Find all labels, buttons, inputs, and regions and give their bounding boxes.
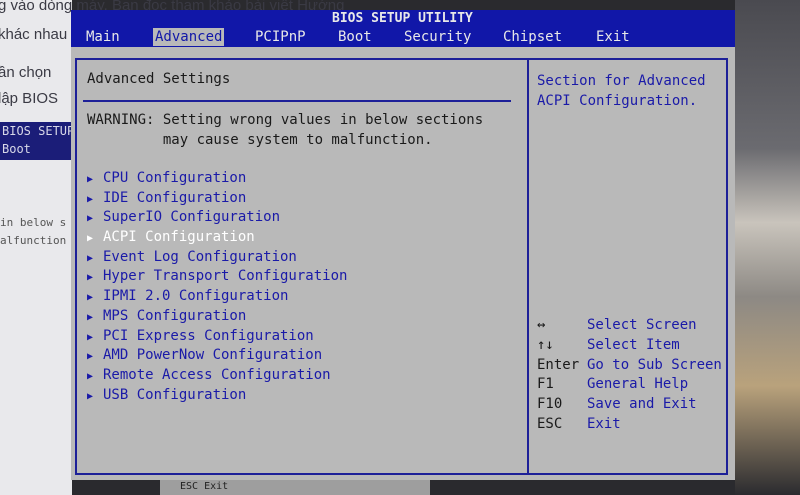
menu-item-label: Hyper Transport Configuration	[103, 268, 348, 285]
background-text-line: khác nhau	[0, 26, 68, 43]
key-name: F1	[537, 376, 554, 393]
menu-item-label: IDE Configuration	[103, 189, 247, 206]
triangle-right-icon: ▶	[87, 370, 94, 382]
menu-item-label: SuperIO Configuration	[103, 209, 281, 226]
triangle-right-icon: ▶	[87, 252, 94, 264]
background-mono-line: in below s	[0, 216, 67, 229]
triangle-right-icon: ▶	[87, 390, 94, 402]
background-mono-line: alfunction	[0, 234, 67, 247]
settings-menu-list: ▶ CPU Configuration ▶ IDE Configuration ▶ S…	[87, 169, 347, 405]
key-legend-row: Enter Go to Sub Screen	[537, 356, 722, 376]
menu-advanced[interactable]: Advanced	[153, 28, 225, 46]
menu-item-ipmi-configuration[interactable]: ▶ IPMI 2.0 Configuration	[87, 287, 347, 307]
triangle-right-icon: ▶	[87, 331, 94, 343]
menu-exit[interactable]: Exit	[594, 28, 632, 46]
menu-security[interactable]: Security	[402, 28, 473, 46]
background-bottom-strip: ESC Exit	[160, 480, 430, 495]
key-legend-row: ESC Exit	[537, 415, 722, 435]
menu-item-hyper-transport-configuration[interactable]: ▶ Hyper Transport Configuration	[87, 267, 347, 287]
key-legend-row: F1 General Help	[537, 375, 722, 395]
help-text-line: Section for Advanced	[537, 73, 706, 89]
background-bios-thumbnail: BIOS SETUP Boot	[0, 122, 74, 160]
menu-boot[interactable]: Boot	[336, 28, 374, 46]
menu-item-acpi-configuration[interactable]: ▶ ACPI Configuration	[87, 228, 347, 248]
bios-title: BIOS SETUP UTILITY	[332, 11, 473, 26]
background-bottom-text: ESC Exit	[180, 481, 229, 492]
triangle-right-icon: ▶	[87, 233, 94, 245]
menu-item-superio-configuration[interactable]: ▶ SuperIO Configuration	[87, 208, 347, 228]
key-legend-row: ↑↓ Select Item	[537, 336, 722, 356]
bios-menu-bar: Main Advanced PCIPnP Boot Security Chips…	[71, 27, 735, 47]
background-bios-thumb-line: BIOS SETUP	[2, 124, 74, 138]
menu-item-label: Remote Access Configuration	[103, 366, 331, 383]
menu-item-label: CPU Configuration	[103, 170, 247, 186]
menu-item-event-log-configuration[interactable]: ▶ Event Log Configuration	[87, 248, 347, 268]
menu-item-label: USB Configuration	[103, 386, 247, 403]
menu-item-label: AMD PowerNow Configuration	[103, 347, 323, 364]
key-legend-row: F10 Save and Exit	[537, 395, 722, 415]
key-legend: ↔ Select Screen ↑↓ Select Item Enter Go to …	[537, 316, 722, 435]
menu-item-label: Event Log Configuration	[103, 248, 297, 265]
help-text-line: ACPI Configuration.	[537, 93, 698, 109]
warning-line: may cause system to malfunction.	[87, 132, 433, 148]
menu-item-pci-express-configuration[interactable]: ▶ PCI Express Configuration	[87, 327, 347, 347]
triangle-right-icon: ▶	[87, 272, 94, 284]
menu-item-amd-powernow-configuration[interactable]: ▶ AMD PowerNow Configuration	[87, 346, 347, 366]
heading-divider	[83, 100, 511, 102]
key-name: F10	[537, 396, 563, 413]
background-text-line: lập BIOS	[0, 90, 59, 107]
menu-item-label: ACPI Configuration	[103, 229, 255, 246]
menu-item-ide-configuration[interactable]: ▶ IDE Configuration	[87, 189, 347, 209]
key-legend-row: ↔ Select Screen	[537, 316, 722, 336]
key-name: ESC	[537, 415, 563, 432]
triangle-right-icon: ▶	[87, 311, 94, 323]
warning-text: WARNING: Setting wrong values in below s…	[87, 110, 483, 150]
bios-content-frame: Advanced Settings WARNING: Setting wrong…	[75, 58, 728, 475]
menu-item-label: IPMI 2.0 Configuration	[103, 288, 289, 305]
bios-title-bar: BIOS SETUP UTILITY	[71, 10, 735, 27]
key-description: Select Screen	[587, 317, 697, 333]
menu-main[interactable]: Main	[84, 28, 122, 46]
key-description: Go to Sub Screen	[587, 356, 722, 373]
menu-item-cpu-configuration[interactable]: ▶ CPU Configuration	[87, 169, 347, 189]
left-right-arrow-icon: ↔	[537, 317, 546, 333]
warning-line: WARNING: Setting wrong values in below s…	[87, 112, 484, 128]
triangle-right-icon: ▶	[87, 292, 94, 304]
key-name: Enter	[537, 356, 580, 373]
key-description: Save and Exit	[587, 396, 697, 413]
menu-item-usb-configuration[interactable]: ▶ USB Configuration	[87, 386, 347, 406]
help-panel: Section for Advanced ACPI Configuration.	[537, 71, 717, 111]
menu-chipset[interactable]: Chipset	[501, 28, 564, 46]
background-photo-strip	[735, 0, 800, 495]
key-description: Exit	[587, 415, 621, 432]
page-title: Advanced Settings	[87, 71, 231, 87]
menu-pcipnp[interactable]: PCIPnP	[253, 28, 308, 46]
triangle-right-icon: ▶	[87, 213, 94, 225]
triangle-right-icon: ▶	[87, 193, 94, 205]
menu-item-label: PCI Express Configuration	[103, 327, 314, 344]
bios-window: BIOS SETUP UTILITY Main Advanced PCIPnP …	[71, 10, 735, 480]
menu-item-label: MPS Configuration	[103, 307, 247, 324]
background-text-line: ần chọn	[0, 64, 52, 81]
menu-item-mps-configuration[interactable]: ▶ MPS Configuration	[87, 307, 347, 327]
triangle-right-icon: ▶	[87, 351, 94, 363]
key-description: Select Item	[587, 336, 680, 353]
menu-item-remote-access-configuration[interactable]: ▶ Remote Access Configuration	[87, 366, 347, 386]
background-bios-thumb-line: Boot	[2, 142, 31, 156]
panel-divider	[527, 60, 529, 473]
triangle-right-icon: ▶	[87, 174, 94, 185]
up-down-arrow-icon: ↑↓	[537, 336, 554, 353]
key-description: General Help	[587, 376, 689, 393]
